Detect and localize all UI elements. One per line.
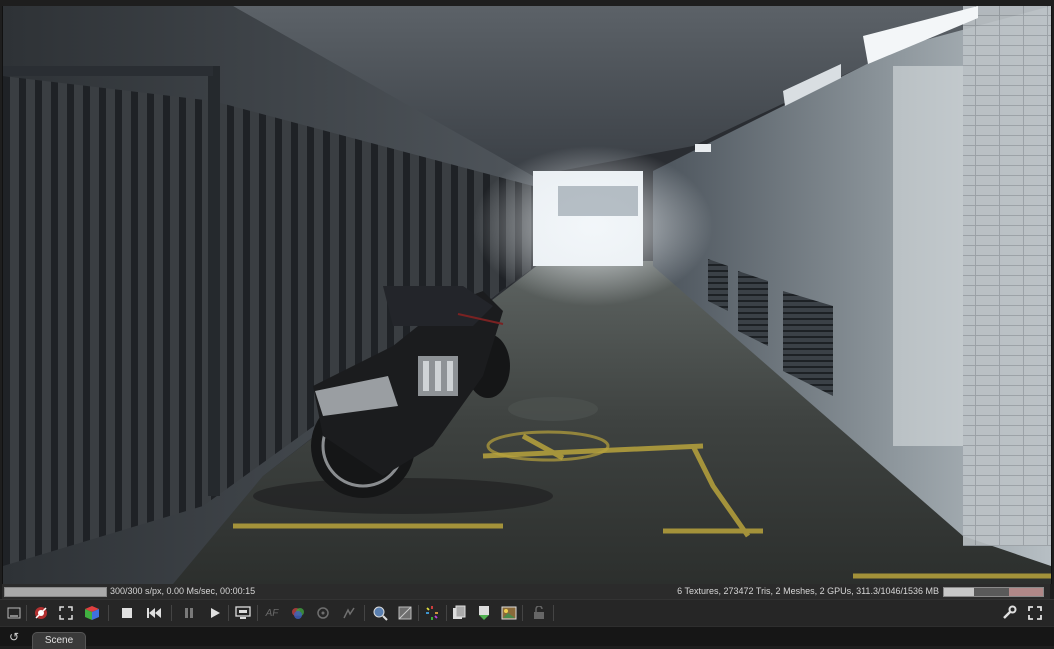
render-viewport[interactable] <box>2 6 1052 584</box>
toolbar-separator <box>446 605 447 621</box>
fit-view-icon[interactable] <box>57 604 75 622</box>
memory-reserved-fill <box>1009 588 1043 596</box>
reset-camera-icon[interactable] <box>32 604 50 622</box>
restart-render-icon[interactable] <box>145 604 163 622</box>
save-image-icon[interactable] <box>500 604 518 622</box>
toolbar-separator <box>418 605 419 621</box>
scene-stats-text: 6 Textures, 273472 Tris, 2 Meshes, 2 GPU… <box>677 586 939 596</box>
display-settings-icon[interactable] <box>234 604 252 622</box>
lock-view-icon[interactable] <box>371 604 389 622</box>
start-render-icon[interactable] <box>206 604 224 622</box>
toolbar-separator <box>553 605 554 621</box>
lock-icon[interactable] <box>530 604 548 622</box>
status-bar: 300/300 s/px, 0.00 Ms/sec, 00:00:15 6 Te… <box>2 584 1050 599</box>
copy-render-icon[interactable] <box>450 604 468 622</box>
toolbar-separator <box>257 605 258 621</box>
memory-usage-bar <box>943 587 1044 597</box>
render-viewer-window: 300/300 s/px, 0.00 Ms/sec, 00:00:15 6 Te… <box>0 0 1054 649</box>
render-image <box>3 6 1051 584</box>
render-progress-bar <box>4 587 107 597</box>
color-cube-icon[interactable] <box>83 604 101 622</box>
pause-render-icon[interactable] <box>180 604 198 622</box>
material-picker-icon[interactable] <box>289 604 307 622</box>
settings-wrench-icon[interactable] <box>1000 604 1018 622</box>
object-picker-icon[interactable] <box>314 604 332 622</box>
toolbar-separator <box>171 605 172 621</box>
toolbar-separator <box>228 605 229 621</box>
toolbar-separator <box>26 605 27 621</box>
render-toolbar: AF <box>0 599 1054 626</box>
clay-mode-icon[interactable] <box>396 604 414 622</box>
save-render-icon[interactable] <box>475 604 493 622</box>
render-region-icon[interactable] <box>5 604 23 622</box>
autofocus-icon[interactable]: AF <box>263 604 281 622</box>
toolbar-separator <box>522 605 523 621</box>
tab-menu-icon[interactable]: ↺ <box>6 630 22 644</box>
memory-usage-fill <box>944 588 974 596</box>
focus-picker-icon[interactable] <box>340 604 358 622</box>
subsampling-icon[interactable] <box>423 604 441 622</box>
render-stats-text: 300/300 s/px, 0.00 Ms/sec, 00:00:15 <box>110 586 256 596</box>
fullscreen-icon[interactable] <box>1026 604 1044 622</box>
render-progress-fill <box>5 588 106 596</box>
stop-render-icon[interactable] <box>118 604 136 622</box>
toolbar-separator <box>364 605 365 621</box>
bottom-tab-bar: ↺ Scene <box>0 626 1054 649</box>
toolbar-separator <box>108 605 109 621</box>
tab-scene[interactable]: Scene <box>32 632 86 649</box>
